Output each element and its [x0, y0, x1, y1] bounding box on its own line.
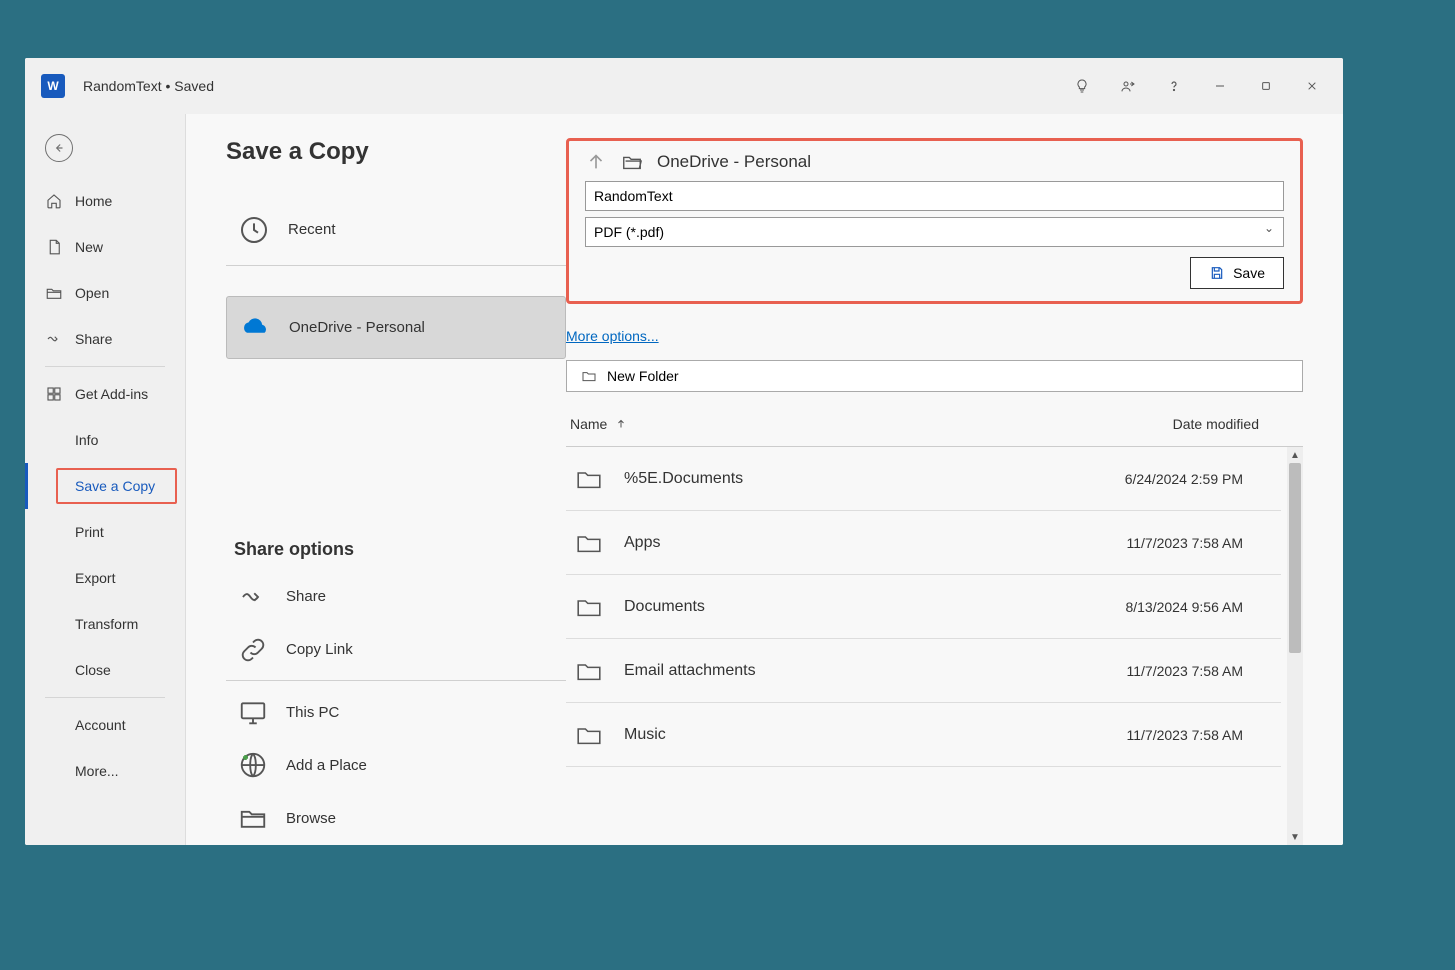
onedrive-icon	[239, 312, 271, 344]
lightbulb-icon[interactable]	[1059, 66, 1105, 106]
sort-up-icon	[615, 418, 627, 430]
location-browse[interactable]: Browse	[226, 792, 566, 845]
folder-icon	[574, 723, 604, 747]
file-list-header: Name Date modified	[566, 416, 1303, 447]
share-option-copy-link[interactable]: Copy Link	[226, 623, 566, 676]
nav-info[interactable]: Info	[25, 417, 185, 463]
location-this-pc[interactable]: This PC	[226, 685, 566, 738]
nav-home[interactable]: Home	[25, 178, 185, 224]
scroll-down-icon[interactable]: ▼	[1287, 829, 1303, 845]
folder-name: %5E.Documents	[624, 470, 743, 488]
scroll-up-icon[interactable]: ▲	[1287, 447, 1303, 463]
current-path: OneDrive - Personal	[657, 152, 811, 172]
save-button[interactable]: Save	[1190, 257, 1284, 289]
filename-input[interactable]	[585, 181, 1284, 211]
folder-name: Apps	[624, 534, 660, 552]
page-title: Save a Copy	[226, 138, 566, 166]
word-app-icon: W	[41, 74, 65, 98]
titlebar: W RandomText • Saved	[25, 58, 1343, 114]
folder-icon	[574, 659, 604, 683]
up-arrow-icon[interactable]	[585, 151, 607, 173]
nav-account[interactable]: Account	[25, 702, 185, 748]
folder-name: Documents	[624, 598, 705, 616]
nav-export[interactable]: Export	[25, 555, 185, 601]
nav-get-addins[interactable]: Get Add-ins	[25, 371, 185, 417]
content-area: Save a Copy Recent OneDrive - Personal S…	[186, 114, 1343, 845]
app-window: W RandomText • Saved Home New Open Share…	[25, 58, 1343, 845]
location-recent[interactable]: Recent	[226, 198, 566, 261]
folder-date: 11/7/2023 7:58 AM	[1127, 663, 1244, 679]
folder-icon	[581, 369, 597, 383]
nav-save-a-copy[interactable]: Save a Copy	[25, 463, 185, 509]
nav-transform[interactable]: Transform	[25, 601, 185, 647]
folder-row[interactable]: %5E.Documents 6/24/2024 2:59 PM	[566, 447, 1281, 511]
folder-date: 11/7/2023 7:58 AM	[1127, 727, 1244, 743]
backstage-sidebar: Home New Open Share Get Add-ins Info Sav…	[25, 114, 186, 845]
nav-open[interactable]: Open	[25, 270, 185, 316]
minimize-button[interactable]	[1197, 66, 1243, 106]
folder-date: 6/24/2024 2:59 PM	[1125, 471, 1243, 487]
scrollbar[interactable]: ▲ ▼	[1287, 447, 1303, 845]
folder-date: 11/7/2023 7:58 AM	[1127, 535, 1244, 551]
share-option-share[interactable]: Share	[226, 570, 566, 623]
save-details-panel: OneDrive - Personal Save	[566, 138, 1303, 304]
more-options-link[interactable]: More options...	[566, 328, 1303, 344]
folder-icon	[574, 595, 604, 619]
scrollbar-thumb[interactable]	[1289, 463, 1301, 653]
location-onedrive-personal[interactable]: OneDrive - Personal	[226, 296, 566, 359]
folder-date: 8/13/2024 9:56 AM	[1125, 599, 1243, 615]
nav-close[interactable]: Close	[25, 647, 185, 693]
folder-icon	[574, 467, 604, 491]
back-button[interactable]	[45, 134, 73, 162]
folder-row[interactable]: Music 11/7/2023 7:58 AM	[566, 703, 1281, 767]
maximize-button[interactable]	[1243, 66, 1289, 106]
location-add-a-place[interactable]: Add a Place	[226, 739, 566, 792]
column-date-modified[interactable]: Date modified	[1173, 416, 1259, 432]
nav-share[interactable]: Share	[25, 316, 185, 362]
folder-row[interactable]: Documents 8/13/2024 9:56 AM	[566, 575, 1281, 639]
folder-row[interactable]: Apps 11/7/2023 7:58 AM	[566, 511, 1281, 575]
nav-more[interactable]: More...	[25, 748, 185, 794]
help-icon[interactable]	[1151, 66, 1197, 106]
folder-open-icon	[621, 151, 643, 173]
save-icon	[1209, 265, 1225, 281]
folder-icon	[574, 531, 604, 555]
filetype-select[interactable]	[585, 217, 1284, 247]
close-button[interactable]	[1289, 66, 1335, 106]
new-folder-button[interactable]: New Folder	[566, 360, 1303, 392]
folder-row[interactable]: Email attachments 11/7/2023 7:58 AM	[566, 639, 1281, 703]
share-person-icon[interactable]	[1105, 66, 1151, 106]
nav-new[interactable]: New	[25, 224, 185, 270]
column-name[interactable]: Name	[570, 416, 627, 432]
share-options-heading: Share options	[234, 539, 566, 560]
document-title: RandomText • Saved	[83, 78, 214, 94]
folder-name: Email attachments	[624, 662, 756, 680]
nav-print[interactable]: Print	[25, 509, 185, 555]
folder-name: Music	[624, 726, 666, 744]
file-list: %5E.Documents 6/24/2024 2:59 PM Apps 11/7/2…	[566, 447, 1281, 845]
